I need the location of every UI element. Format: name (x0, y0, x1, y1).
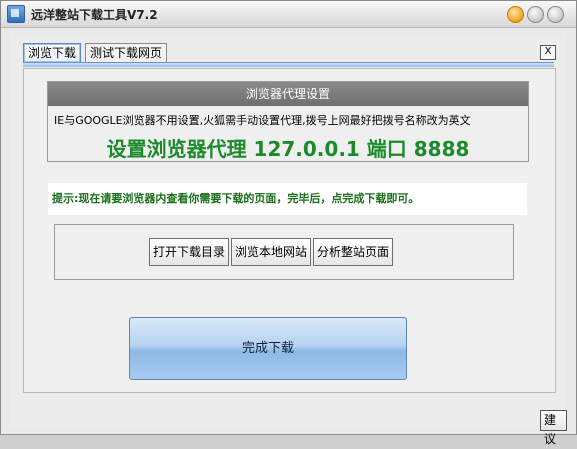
close-button[interactable] (547, 6, 564, 23)
suggest-button[interactable]: 建议 (540, 410, 567, 446)
action-button-group: 打开下载目录 浏览本地网站 分析整站页面 (54, 224, 514, 280)
client-area: 浏览下载 测试下载网页 X 浏览器代理设置 IE与GOOGLE浏览器不用设置,火… (9, 33, 567, 446)
minimize-button[interactable] (507, 6, 524, 23)
analyze-site-button[interactable]: 分析整站页面 (313, 238, 394, 266)
finish-download-button[interactable]: 完成下载 (129, 317, 407, 380)
open-download-dir-button[interactable]: 打开下载目录 (149, 238, 230, 266)
tab-panel: 浏览器代理设置 IE与GOOGLE浏览器不用设置,火狐需手动设置代理,拨号上网最… (23, 68, 556, 393)
proxy-address: 设置浏览器代理 127.0.0.1 端口 8888 (106, 137, 470, 161)
proxy-settings-header: 浏览器代理设置 (48, 82, 528, 106)
maximize-button[interactable] (527, 6, 544, 23)
main-window: 远洋整站下载工具V7.2 浏览下载 测试下载网页 X 浏览器代理设置 IE与GO… (0, 0, 577, 446)
tab-test-download-page[interactable]: 测试下载网页 (85, 43, 168, 63)
proxy-note: IE与GOOGLE浏览器不用设置,火狐需手动设置代理,拨号上网最好把拨号名称改为… (54, 114, 471, 127)
tab-browse-download[interactable]: 浏览下载 (23, 43, 82, 63)
window-title: 远洋整站下载工具V7.2 (31, 8, 158, 22)
tab-close-button[interactable]: X (540, 45, 556, 60)
proxy-settings-box: 浏览器代理设置 IE与GOOGLE浏览器不用设置,火狐需手动设置代理,拨号上网最… (47, 81, 529, 162)
hint-text: 提示:现在请要浏览器内查看你需要下载的页面，完毕后，点完成下载即可。 (48, 183, 527, 215)
tab-underline (23, 62, 554, 67)
browse-local-site-button[interactable]: 浏览本地网站 (231, 238, 312, 266)
app-icon (7, 5, 25, 23)
title-bar[interactable]: 远洋整站下载工具V7.2 (1, 1, 576, 28)
